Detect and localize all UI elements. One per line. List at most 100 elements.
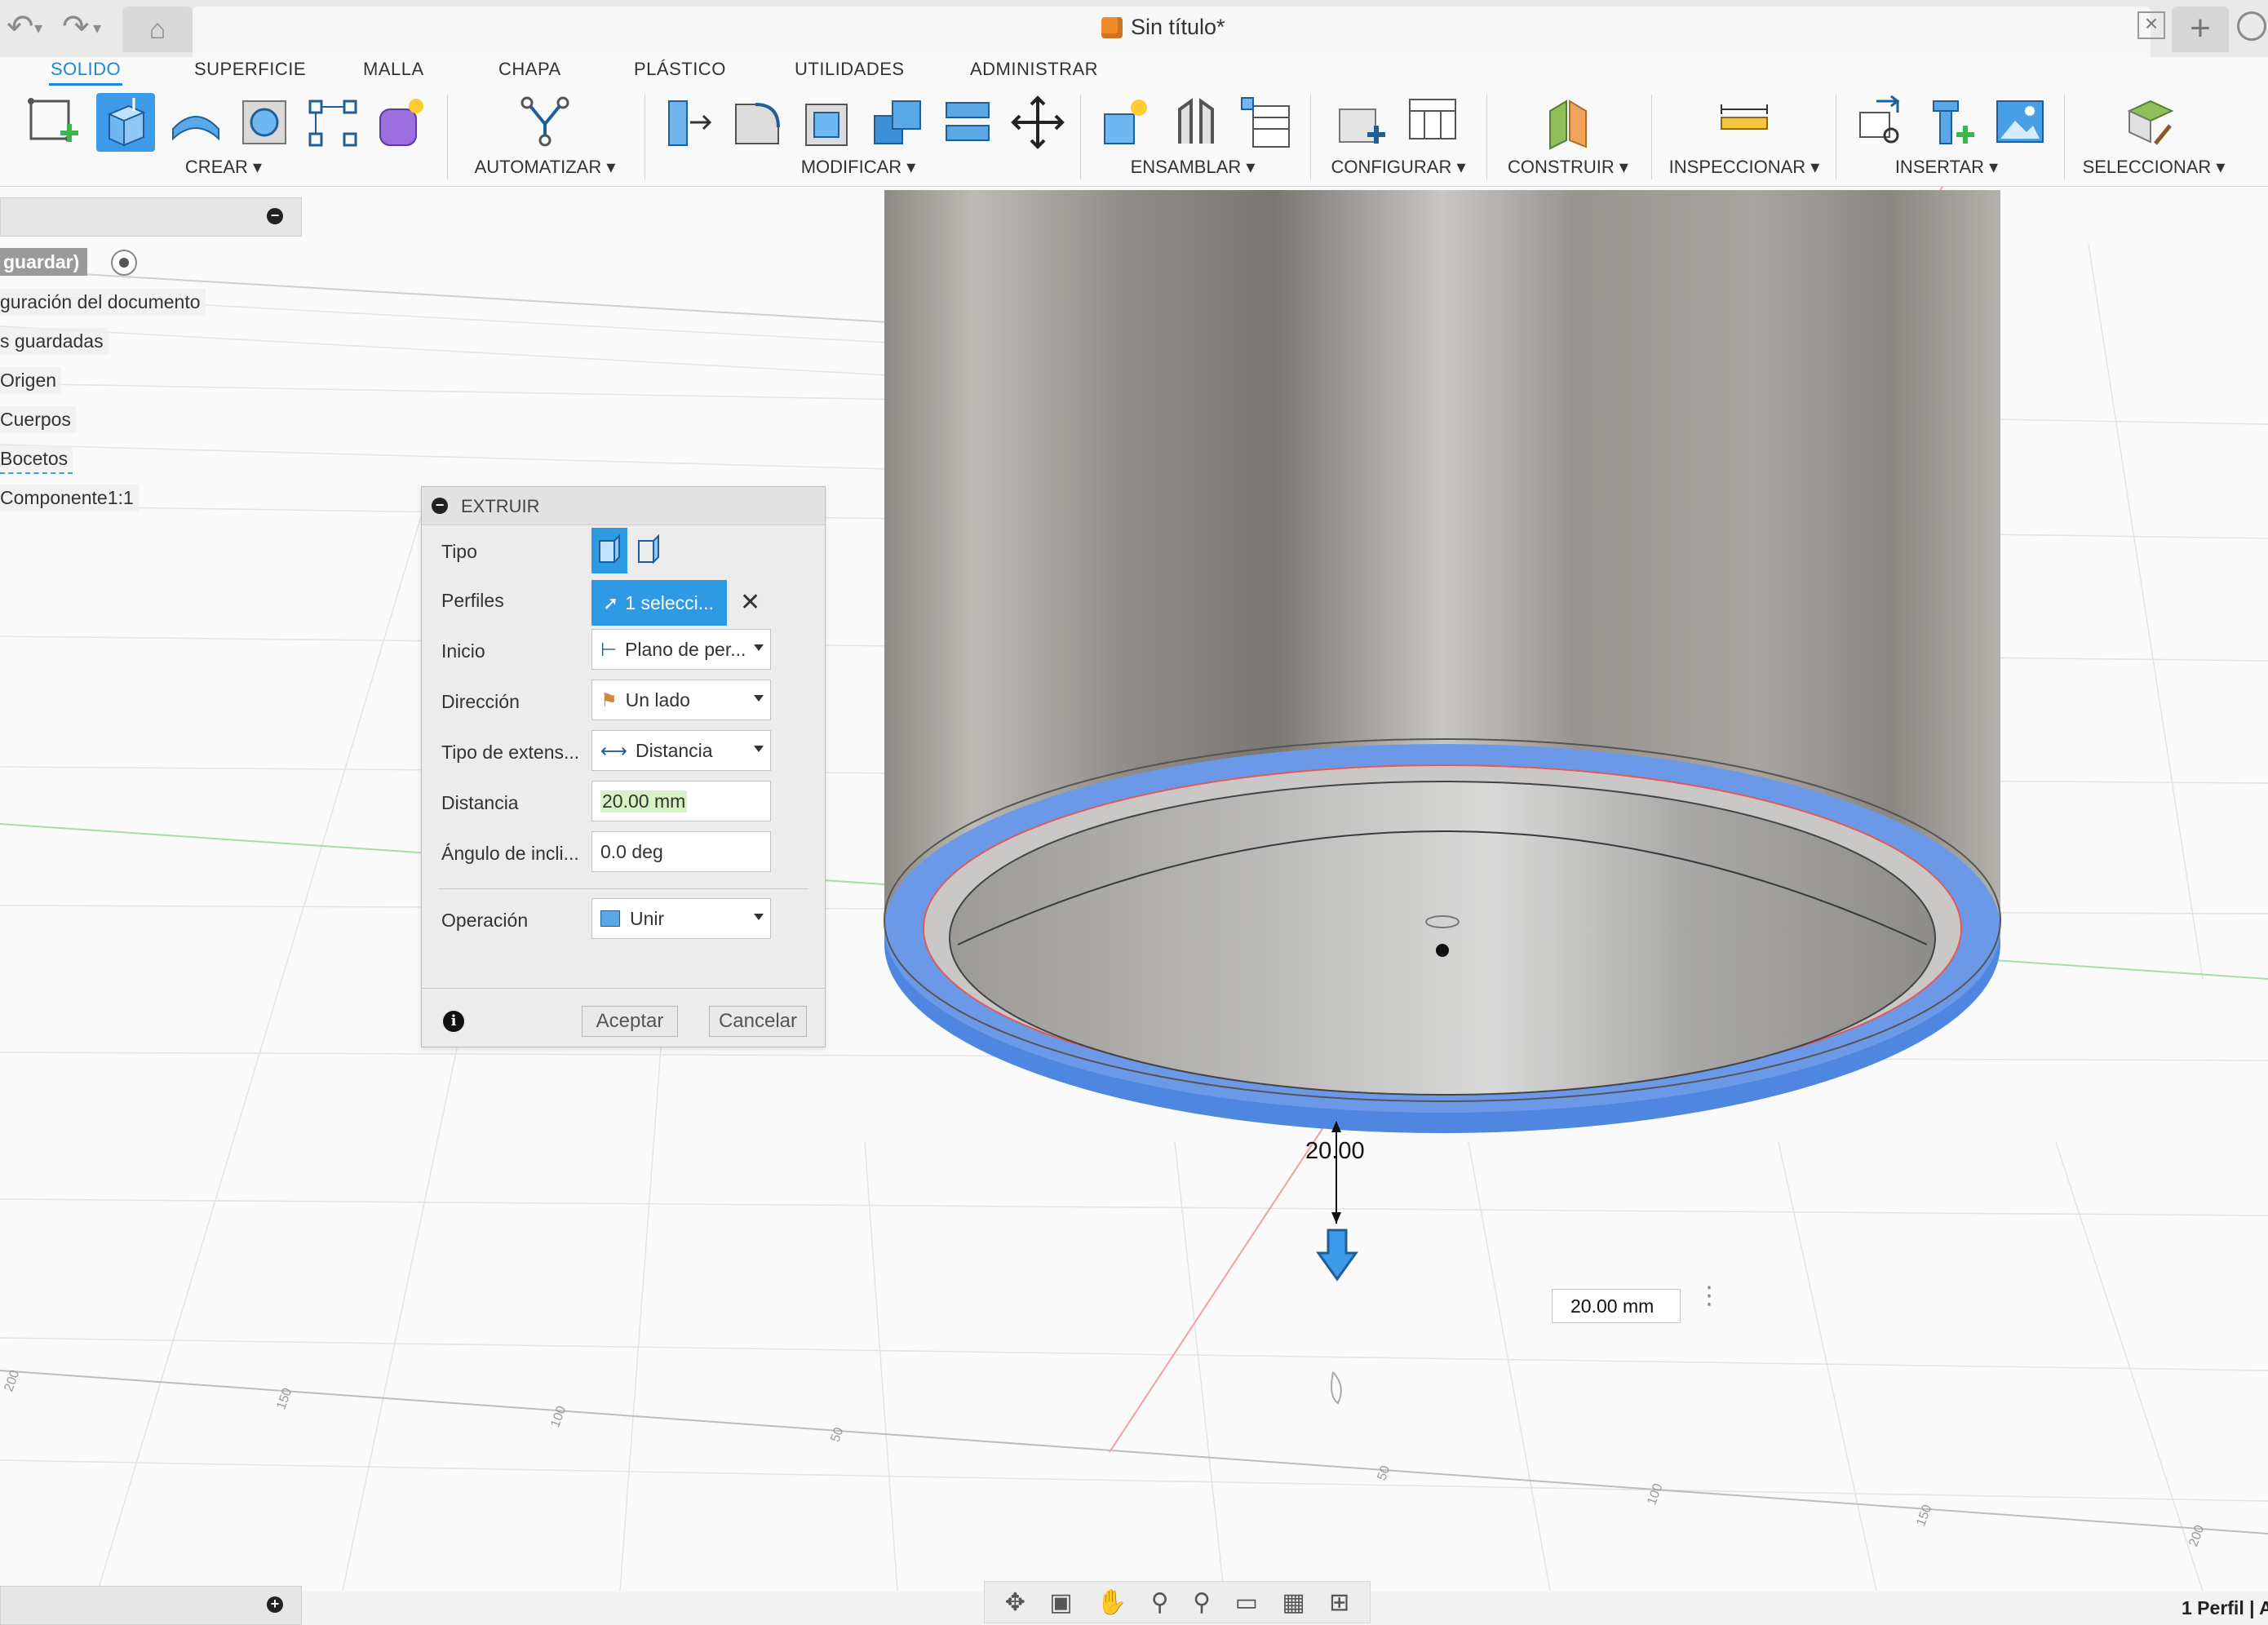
tab-utilidades[interactable]: UTILIDADES (793, 59, 906, 80)
collapse-dialog-icon[interactable]: − (432, 498, 448, 514)
pan-hand-icon[interactable]: ✋ (1096, 1588, 1127, 1617)
collapse-browser-icon[interactable]: − (267, 208, 283, 224)
distance-floating-input[interactable]: 20.00 mm (1552, 1289, 1681, 1323)
create-sketch-icon[interactable] (24, 93, 83, 152)
expand-comments-icon[interactable]: + (267, 1596, 283, 1613)
group-crear[interactable]: CREAR ▾ (185, 157, 262, 178)
configure-icon[interactable] (1335, 93, 1393, 152)
group-automatizar[interactable]: AUTOMATIZAR ▾ (475, 157, 616, 178)
hole-icon[interactable] (235, 93, 294, 152)
group-configurar[interactable]: CONFIGURAR ▾ (1331, 157, 1465, 178)
undo-icon[interactable]: ↶ (7, 8, 34, 46)
browser-item-named-views[interactable]: s guardadas (0, 328, 109, 355)
tab-superficie[interactable]: SUPERFICIE (193, 59, 308, 80)
group-seleccionar[interactable]: SELECCIONAR ▾ (2083, 157, 2226, 178)
fit-zoom-icon[interactable]: ⚲ (1193, 1588, 1211, 1617)
dimension-value[interactable]: 20.00 (1305, 1138, 1365, 1165)
insert-derive-icon[interactable] (1852, 93, 1911, 152)
distancia-input[interactable]: 20.00 mm (591, 781, 771, 821)
cylinder-inner-face[interactable] (949, 781, 1936, 1096)
measure-icon[interactable] (1715, 93, 1774, 152)
tab-administrar[interactable]: ADMINISTRAR (968, 59, 1100, 80)
group-ensamblar[interactable]: ENSAMBLAR ▾ (1131, 157, 1256, 178)
divider (438, 888, 808, 889)
group-modificar[interactable]: MODIFICAR ▾ (801, 157, 916, 178)
browser-item-bodies[interactable]: Cuerpos (0, 406, 76, 433)
press-pull-icon[interactable] (659, 93, 718, 152)
extrude-icon[interactable] (96, 93, 155, 152)
construct-plane-icon[interactable] (1539, 93, 1597, 152)
close-tab-button[interactable]: × (2137, 11, 2165, 39)
type-solid-icon[interactable] (591, 528, 627, 573)
home-icon[interactable]: ⌂ (122, 7, 193, 52)
operacion-dropdown[interactable]: Unir (591, 898, 771, 939)
type-thin-icon[interactable] (631, 528, 667, 573)
info-icon[interactable]: i (443, 1011, 464, 1032)
extrude-dialog-title: EXTRUIR (461, 496, 540, 516)
drag-arrow-icon[interactable] (1316, 1229, 1358, 1282)
tab-solido[interactable]: SOLIDO (49, 59, 123, 86)
insert-mcmaster-icon[interactable] (1922, 93, 1981, 152)
angulo-label: Ángulo de incli... (441, 843, 579, 864)
pattern-icon[interactable] (303, 93, 362, 152)
browser-item-origin[interactable]: Origen (0, 367, 62, 394)
redo-dropdown-icon[interactable]: ▾ (93, 18, 101, 38)
extension-dropdown[interactable]: ⟷ Distancia (591, 730, 771, 771)
active-component-radio-icon[interactable] (111, 250, 137, 276)
grid-settings-icon[interactable]: ▦ (1282, 1588, 1305, 1617)
tab-plastico[interactable]: PLÁSTICO (632, 59, 728, 80)
combine-icon[interactable] (868, 93, 927, 152)
aceptar-button[interactable]: Aceptar (582, 1006, 678, 1037)
distancia-label: Distancia (441, 792, 519, 813)
look-at-icon[interactable]: ▣ (1049, 1588, 1072, 1617)
browser-item-component[interactable]: Componente1:1 (0, 485, 139, 511)
separator (1651, 95, 1652, 179)
job-status-icon[interactable] (2237, 11, 2266, 41)
flag-icon: ⚑ (600, 689, 618, 711)
extrude-dialog-header: − EXTRUIR (422, 487, 825, 525)
insert-canvas-icon[interactable] (1991, 93, 2049, 152)
group-construir[interactable]: CONSTRUIR ▾ (1508, 157, 1628, 178)
navigation-bar: ✥ ▣ ✋ ⚲ ⚲ ▭ ▦ ⊞ (984, 1581, 1371, 1623)
viewports-icon[interactable]: ⊞ (1329, 1588, 1349, 1617)
redo-icon[interactable]: ↷ (62, 8, 90, 46)
angulo-input[interactable]: 0.0 deg (591, 831, 771, 872)
component-cube-icon (1101, 16, 1123, 38)
zoom-icon[interactable]: ⚲ (1151, 1588, 1169, 1617)
cursor-arrow-icon: ➚ (603, 591, 619, 613)
more-options-icon[interactable]: ⋮ (1697, 1284, 1721, 1308)
orbit-icon[interactable]: ✥ (1005, 1588, 1025, 1617)
clear-selection-icon[interactable]: ✕ (740, 588, 760, 617)
group-insertar[interactable]: INSERTAR ▾ (1895, 157, 1998, 178)
group-inspeccionar[interactable]: INSPECCIONAR ▾ (1669, 157, 1820, 178)
bill-of-materials-icon[interactable] (1237, 93, 1296, 152)
form-icon[interactable] (372, 93, 431, 152)
browser-root-item[interactable]: guardar) (0, 248, 88, 276)
select-icon[interactable] (2121, 93, 2180, 152)
3d-viewport[interactable]: 200 150 100 50 50 100 150 200 (0, 187, 2268, 1592)
revolve-icon[interactable] (166, 93, 225, 152)
extension-value: Distancia (635, 739, 713, 761)
automate-icon[interactable] (516, 93, 574, 152)
direccion-value: Un lado (625, 689, 690, 711)
fillet-icon[interactable] (728, 93, 786, 152)
configuration-table-icon[interactable] (1405, 93, 1464, 152)
move-icon[interactable] (1008, 93, 1067, 152)
inicio-dropdown[interactable]: ⊢ Plano de per... (591, 629, 771, 670)
cancelar-button[interactable]: Cancelar (709, 1006, 807, 1037)
tipo-label: Tipo (441, 541, 477, 562)
direccion-dropdown[interactable]: ⚑ Un lado (591, 680, 771, 720)
browser-item-sketches[interactable]: Bocetos (0, 445, 73, 474)
profiles-select-button[interactable]: ➚ 1 selecci... (591, 580, 727, 626)
new-tab-button[interactable]: + (2172, 7, 2229, 52)
browser-item-document-settings[interactable]: guración del documento (0, 289, 206, 316)
joint-icon[interactable] (1167, 93, 1225, 152)
split-body-icon[interactable] (938, 93, 997, 152)
tab-malla[interactable]: MALLA (361, 59, 426, 80)
new-component-icon[interactable] (1096, 93, 1155, 152)
center-point (1436, 944, 1449, 957)
display-settings-icon[interactable]: ▭ (1235, 1588, 1258, 1617)
undo-dropdown-icon[interactable]: ▾ (34, 18, 42, 38)
tab-chapa[interactable]: CHAPA (497, 59, 563, 80)
shell-icon[interactable] (798, 93, 857, 152)
